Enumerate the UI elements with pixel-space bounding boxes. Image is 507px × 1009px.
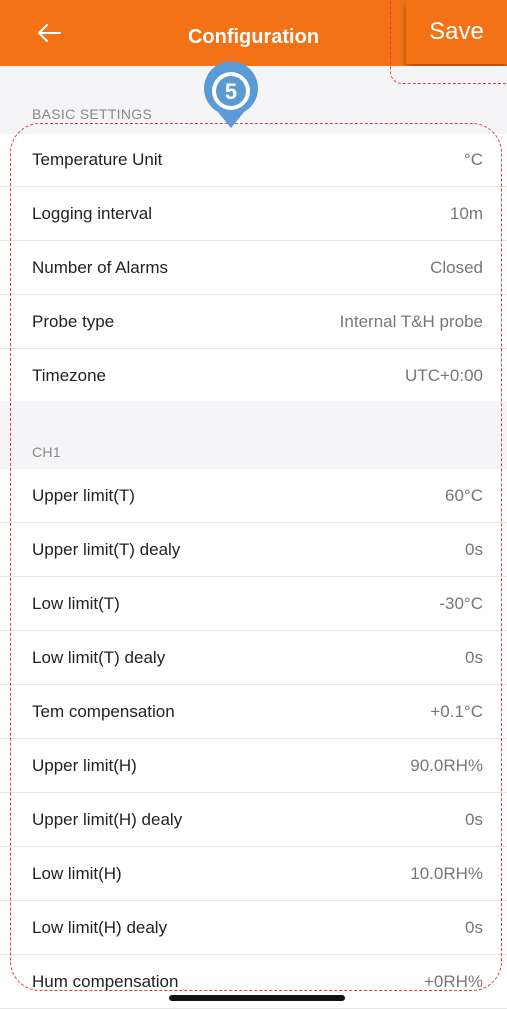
annotation-highlight-save	[390, 0, 507, 84]
step-marker-number: 5	[225, 79, 237, 104]
annotation-highlight-settings	[10, 123, 502, 991]
home-indicator[interactable]	[169, 995, 345, 1001]
section-label-basic-settings: BASIC SETTINGS	[32, 106, 153, 122]
step-marker-icon: 5	[204, 61, 258, 129]
